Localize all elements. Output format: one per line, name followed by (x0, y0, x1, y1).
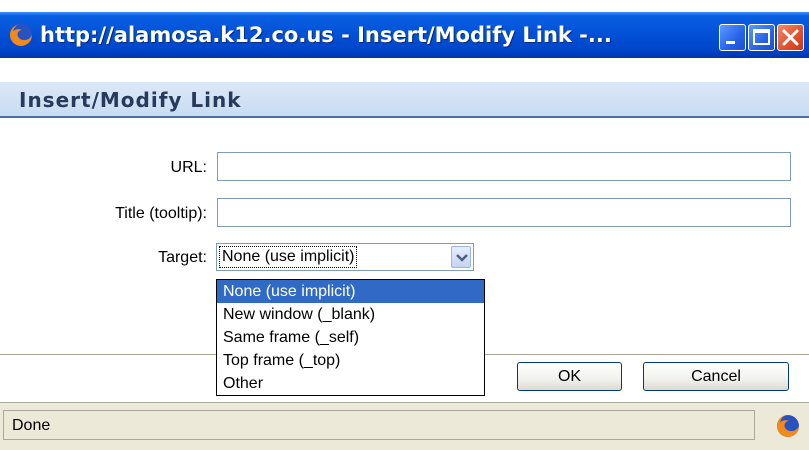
close-icon (782, 29, 799, 46)
target-option[interactable]: New window (_blank) (217, 303, 484, 326)
status-bar: Done (0, 402, 809, 450)
target-options-list: None (use implicit) New window (_blank) Sa… (216, 279, 485, 396)
dialog-header: Insert/Modify Link (0, 82, 809, 118)
chevron-down-icon (456, 254, 468, 262)
window-title: http://alamosa.k12.co.us - Insert/Modify… (40, 23, 612, 47)
target-option[interactable]: None (use implicit) (217, 280, 484, 303)
firefox-icon (10, 24, 32, 46)
status-panel: Done (3, 410, 755, 440)
target-select[interactable]: None (use implicit) (216, 243, 474, 271)
title-label: Title (tooltip): (115, 205, 207, 222)
status-text: Done (12, 417, 51, 434)
target-label: Target: (158, 249, 207, 266)
target-selected-value: None (use implicit) (218, 246, 358, 268)
minimize-icon (726, 41, 735, 44)
maximize-icon (753, 29, 770, 45)
ok-button[interactable]: OK (517, 362, 622, 391)
url-label: URL: (170, 159, 207, 176)
firefox-icon (777, 415, 799, 437)
target-option[interactable]: Top frame (_top) (217, 349, 484, 372)
close-button[interactable] (777, 24, 804, 51)
target-option[interactable]: Same frame (_self) (217, 326, 484, 349)
url-input[interactable] (217, 152, 791, 181)
cancel-button[interactable]: Cancel (643, 362, 789, 391)
background-strip (0, 0, 809, 12)
dialog-heading: Insert/Modify Link (19, 88, 242, 112)
minimize-button[interactable] (719, 24, 746, 51)
title-input[interactable] (217, 198, 791, 227)
target-option[interactable]: Other (217, 372, 484, 395)
maximize-button[interactable] (748, 24, 775, 51)
dropdown-button[interactable] (451, 246, 471, 268)
title-bar[interactable]: http://alamosa.k12.co.us - Insert/Modify… (0, 12, 809, 58)
